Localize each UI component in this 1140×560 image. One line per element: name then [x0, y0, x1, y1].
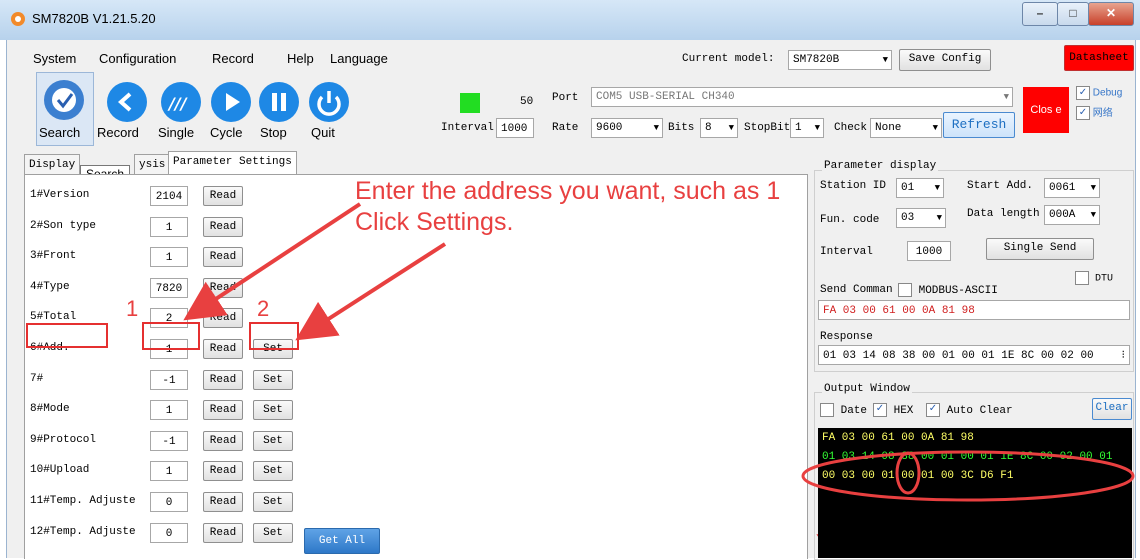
data-length-label: Data length — [967, 208, 1040, 220]
checkbox-icon — [1075, 271, 1089, 285]
response-field[interactable]: 01 03 14 08 38 00 01 00 01 1E 8C 00 02 0… — [818, 345, 1130, 365]
data-length-value: 000A — [1049, 209, 1076, 221]
auto-clear-checkbox[interactable]: ✓ Auto Clear — [926, 403, 1013, 417]
single-send-button[interactable]: Single Send — [986, 238, 1094, 260]
modbus-ascii-label: MODBUS-ASCII — [918, 284, 998, 297]
response-label: Response — [820, 331, 873, 343]
hex-checkbox[interactable]: ✓ HEX — [873, 403, 913, 417]
clear-button[interactable]: Clear — [1092, 398, 1132, 420]
chevron-down-icon: ▼ — [1090, 210, 1096, 220]
dtu-label: DTU — [1095, 273, 1114, 285]
station-id-label: Station ID — [820, 180, 887, 192]
chevron-down-icon: ▼ — [934, 183, 940, 193]
station-id-select[interactable]: 01 ▼ — [896, 178, 944, 198]
fun-code-value: 03 — [901, 212, 915, 224]
arrow-to-value — [183, 202, 362, 321]
chevron-down-icon: ▼ — [1090, 183, 1096, 193]
station-id-value: 01 — [901, 182, 915, 194]
param-display-title: Parameter display — [822, 160, 939, 172]
check-icon: ✓ — [926, 403, 940, 417]
hex-label: HEX — [893, 404, 914, 417]
dtu-checkbox[interactable]: DTU — [1075, 271, 1113, 285]
modbus-ascii-checkbox[interactable]: MODBUS-ASCII — [898, 283, 998, 297]
data-length-select[interactable]: 000A ▼ — [1044, 205, 1100, 225]
scroll-icon[interactable]: ⁝ — [1122, 346, 1126, 366]
response-value: 01 03 14 08 38 00 01 00 01 1E 8C 00 02 0… — [823, 350, 1094, 362]
fun-code-select[interactable]: 03 ▼ — [896, 208, 946, 228]
output-window-title: Output Window — [822, 383, 912, 395]
start-add-label: Start Add. — [967, 180, 1034, 192]
checkbox-icon — [898, 283, 912, 297]
pd-interval-label: Interval — [820, 246, 873, 258]
chevron-down-icon: ▼ — [936, 213, 942, 223]
start-add-select[interactable]: 0061 ▼ — [1044, 178, 1100, 198]
date-label: Date — [840, 404, 868, 417]
arrow-to-set — [295, 242, 447, 341]
check-icon: ✓ — [873, 403, 887, 417]
auto-clear-label: Auto Clear — [946, 404, 1013, 417]
date-checkbox[interactable]: Date — [820, 403, 867, 417]
output-highlight-ellipses — [801, 450, 1135, 502]
pd-interval-input[interactable]: 1000 — [907, 241, 951, 261]
send-command-input[interactable]: FA 03 00 61 00 0A 81 98 — [818, 300, 1130, 320]
fun-code-label: Fun. code — [820, 214, 880, 226]
start-add-value: 0061 — [1049, 182, 1076, 194]
checkbox-icon — [820, 403, 834, 417]
send-command-label: Send Comman — [820, 284, 893, 296]
